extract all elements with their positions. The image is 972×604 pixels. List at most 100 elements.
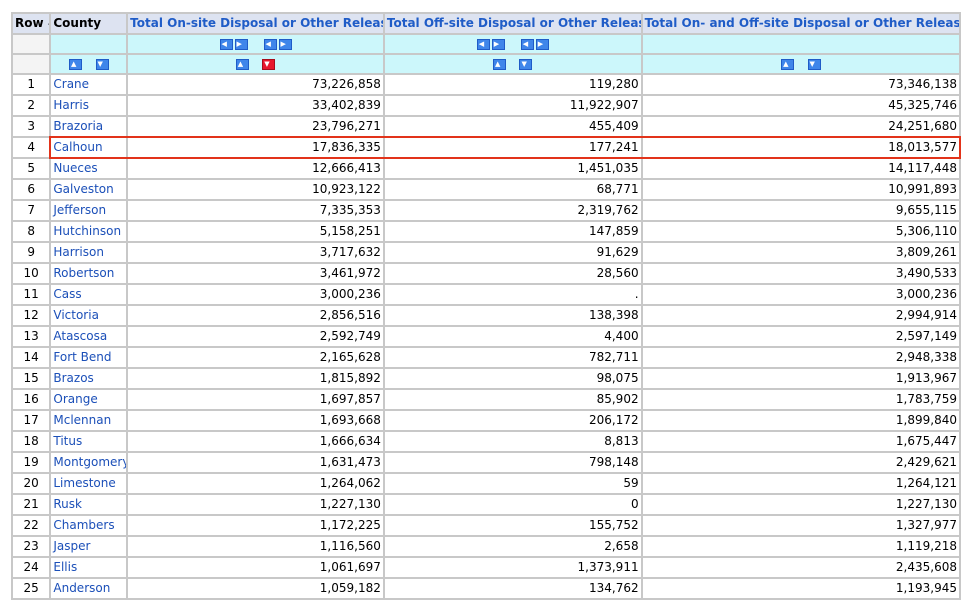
county-link[interactable]: Brazos	[51, 369, 127, 388]
offsite-value-cell: 98,075	[384, 369, 641, 388]
total-value-cell: 45,325,746	[642, 96, 959, 115]
table-row: 23 Jasper 1,116,560 2,658 1,119,218	[13, 537, 959, 556]
county-link[interactable]: Hutchinson	[51, 222, 127, 241]
total-value-cell: 10,991,893	[642, 180, 959, 199]
header-onsite-releases[interactable]: Total On-site Disposal or Other Releases	[128, 14, 383, 33]
total-value-cell: 1,913,967	[642, 369, 959, 388]
sort-descending-active-icon[interactable]: ▼	[262, 59, 276, 70]
table-row: 22 Chambers 1,172,225 155,752 1,327,977	[13, 516, 959, 535]
onsite-value-cell: 12,666,413	[128, 159, 383, 178]
onsite-value-cell: 1,227,130	[128, 495, 383, 514]
county-link[interactable]: Robertson	[51, 264, 127, 283]
header-total-releases[interactable]: Total On- and Off-site Disposal or Other…	[642, 14, 959, 33]
onsite-value-cell: 73,226,858	[128, 75, 383, 94]
row-number-cell: 21	[13, 495, 50, 514]
county-link[interactable]: Jasper	[51, 537, 127, 556]
move-left-icon[interactable]: ◀	[520, 39, 534, 50]
table-row: 14 Fort Bend 2,165,628 782,711 2,948,338	[13, 348, 959, 367]
column-sort-row: ▲ ▼ ▲ ▼ ▲ ▼ ▲ ▼	[13, 55, 959, 73]
table-row: 8 Hutchinson 5,158,251 147,859 5,306,110	[13, 222, 959, 241]
table-row: 1 Crane 73,226,858 119,280 73,346,138	[13, 75, 959, 94]
offsite-value-cell: 68,771	[384, 180, 641, 199]
table-row: 25 Anderson 1,059,182 134,762 1,193,945	[13, 579, 959, 598]
sort-ascending-icon[interactable]: ▲	[781, 59, 795, 70]
county-link[interactable]: Nueces	[51, 159, 127, 178]
county-link[interactable]: Limestone	[51, 474, 127, 493]
onsite-value-cell: 33,402,839	[128, 96, 383, 115]
county-link[interactable]: Galveston	[51, 180, 127, 199]
county-link[interactable]: Victoria	[51, 306, 127, 325]
offsite-value-cell: 91,629	[384, 243, 641, 262]
onsite-value-cell: 1,264,062	[128, 474, 383, 493]
county-link[interactable]: Chambers	[51, 516, 127, 535]
offsite-value-cell: 798,148	[384, 453, 641, 472]
sort-descending-icon[interactable]: ▼	[807, 59, 821, 70]
county-link[interactable]: Orange	[51, 390, 127, 409]
row-number-cell: 15	[13, 369, 50, 388]
sort-descending-icon[interactable]: ▼	[519, 59, 533, 70]
total-value-cell: 73,346,138	[642, 75, 959, 94]
move-right-icon[interactable]: ▶	[278, 39, 292, 50]
offsite-value-cell: 147,859	[384, 222, 641, 241]
sort-ascending-icon[interactable]: ▲	[235, 59, 249, 70]
header-row-number: Row #	[13, 14, 50, 33]
offsite-value-cell: 138,398	[384, 306, 641, 325]
total-value-cell: 1,264,121	[642, 474, 959, 493]
county-link[interactable]: Mclennan	[51, 411, 127, 430]
total-value-cell: 2,435,608	[642, 558, 959, 577]
table-body: 1 Crane 73,226,858 119,280 73,346,138 2 Harris…	[13, 75, 959, 598]
total-value-cell: 9,655,115	[642, 201, 959, 220]
row-number-cell: 6	[13, 180, 50, 199]
row-number-cell: 4	[13, 138, 50, 157]
offsite-move-controls: ◀ ▶ ◀ ▶	[384, 35, 641, 53]
row-number-cell: 3	[13, 117, 50, 136]
row-number-cell: 23	[13, 537, 50, 556]
table-row: 7 Jefferson 7,335,353 2,319,762 9,655,115	[13, 201, 959, 220]
sort-ascending-icon[interactable]: ▲	[69, 59, 83, 70]
offsite-value-cell: 28,560	[384, 264, 641, 283]
header-row: Row # County Total On-site Disposal or O…	[13, 14, 959, 33]
total-value-cell: 1,193,945	[642, 579, 959, 598]
county-link[interactable]: Rusk	[51, 495, 127, 514]
row-number-cell: 19	[13, 453, 50, 472]
county-link[interactable]: Titus	[51, 432, 127, 451]
move-left-icon[interactable]: ◀	[476, 39, 490, 50]
onsite-value-cell: 3,461,972	[128, 264, 383, 283]
county-link[interactable]: Jefferson	[51, 201, 127, 220]
total-value-cell: 3,000,236	[642, 285, 959, 304]
county-link[interactable]: Harrison	[51, 243, 127, 262]
total-value-cell: 3,490,533	[642, 264, 959, 283]
row-number-cell: 8	[13, 222, 50, 241]
county-link[interactable]: Fort Bend	[51, 348, 127, 367]
sort-descending-icon[interactable]: ▼	[95, 59, 109, 70]
sort-ascending-icon[interactable]: ▲	[493, 59, 506, 70]
onsite-value-cell: 1,631,473	[128, 453, 383, 472]
table-row: 15 Brazos 1,815,892 98,075 1,913,967	[13, 369, 959, 388]
row-number-cell: 1	[13, 75, 50, 94]
county-link[interactable]: Anderson	[51, 579, 127, 598]
total-value-cell: 1,899,840	[642, 411, 959, 430]
move-left-icon[interactable]: ◀	[219, 39, 233, 50]
county-link[interactable]: Ellis	[51, 558, 127, 577]
move-right-icon[interactable]: ▶	[234, 39, 248, 50]
county-link[interactable]: Harris	[51, 96, 127, 115]
total-value-cell: 1,227,130	[642, 495, 959, 514]
row-number-cell: 16	[13, 390, 50, 409]
onsite-value-cell: 1,815,892	[128, 369, 383, 388]
total-value-cell: 14,117,448	[642, 159, 959, 178]
county-link[interactable]: Calhoun	[51, 138, 127, 157]
onsite-sort-controls: ▲ ▼	[128, 55, 383, 73]
move-right-icon[interactable]: ▶	[491, 39, 505, 50]
county-link[interactable]: Atascosa	[51, 327, 127, 346]
offsite-value-cell: 0	[384, 495, 641, 514]
header-offsite-releases[interactable]: Total Off-site Disposal or Other Release…	[384, 14, 641, 33]
table-row: 3 Brazoria 23,796,271 455,409 24,251,680	[13, 117, 959, 136]
table-row: 6 Galveston 10,923,122 68,771 10,991,893	[13, 180, 959, 199]
county-link[interactable]: Brazoria	[51, 117, 127, 136]
county-link[interactable]: Cass	[51, 285, 127, 304]
total-value-cell: 2,597,149	[642, 327, 959, 346]
county-link[interactable]: Montgomery	[51, 453, 127, 472]
move-right-icon[interactable]: ▶	[535, 39, 549, 50]
county-link[interactable]: Crane	[51, 75, 127, 94]
move-left-icon[interactable]: ◀	[263, 39, 277, 50]
